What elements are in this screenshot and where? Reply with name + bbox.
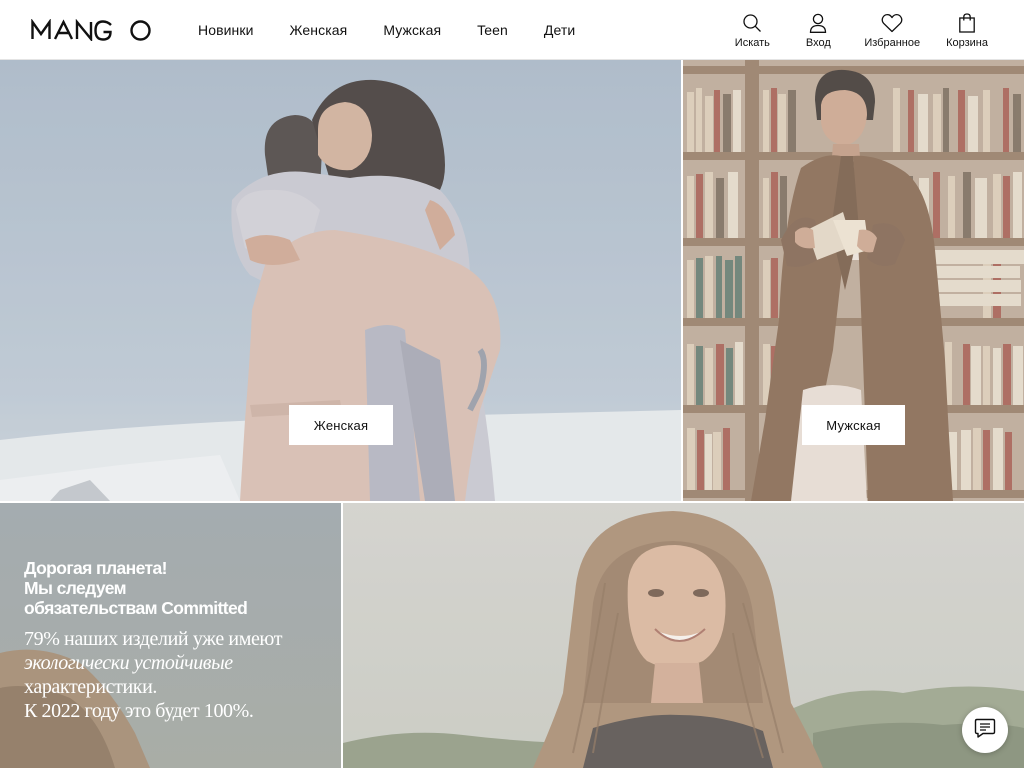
main-nav: Новинки Женская Мужская Teen Дети bbox=[198, 0, 611, 60]
cart-button[interactable]: Корзина bbox=[946, 0, 988, 49]
promo-heading-line-3: обязательствам Committed bbox=[24, 598, 248, 618]
nav-item-kids[interactable]: Дети bbox=[544, 22, 575, 38]
men-hero-tile[interactable]: Мужская bbox=[683, 60, 1024, 501]
favorites-label: Избранное bbox=[864, 37, 921, 49]
nav-item-teen[interactable]: Teen bbox=[477, 22, 508, 38]
search-label: Искать bbox=[734, 37, 770, 49]
favorites-button[interactable]: Избранное bbox=[864, 0, 920, 49]
kids-hero-image bbox=[343, 503, 1024, 768]
nav-item-men[interactable]: Мужская bbox=[383, 22, 441, 38]
heart-icon bbox=[881, 12, 903, 34]
men-shop-button[interactable]: Мужская bbox=[802, 405, 905, 445]
women-hero-tile[interactable]: Женская bbox=[0, 60, 681, 501]
user-icon bbox=[809, 12, 827, 34]
search-icon bbox=[742, 12, 762, 34]
kids-hero-tile[interactable] bbox=[343, 503, 1024, 768]
chat-icon bbox=[974, 717, 996, 744]
mango-logo-mark bbox=[31, 19, 151, 41]
promo-heading-line-1: Дорогая планета! bbox=[24, 558, 167, 578]
promo-text-part-2: характеристики. bbox=[24, 676, 158, 698]
cart-label: Корзина bbox=[946, 37, 988, 49]
promo-heading[interactable]: Дорогая планета! Мы следуем обязательств… bbox=[24, 558, 324, 618]
promo-text-part-1: 79% наших изделий уже имеют bbox=[24, 628, 283, 650]
search-button[interactable]: Искать bbox=[732, 0, 772, 49]
promo-text-emphasis: экологически устойчивые bbox=[24, 652, 233, 674]
promo-text-part-3: К 2022 году это будет 100%. bbox=[24, 700, 254, 722]
login-button[interactable]: Вход bbox=[798, 0, 838, 49]
mango-logo[interactable] bbox=[31, 19, 151, 41]
nav-item-women[interactable]: Женская bbox=[290, 22, 348, 38]
promo-heading-line-2: Мы следуем bbox=[24, 578, 127, 598]
promo-text: 79% наших изделий уже имеют экологически… bbox=[24, 627, 324, 723]
women-shop-button[interactable]: Женская bbox=[289, 405, 393, 445]
header-tools: Искать Вход Избранное Корзина bbox=[706, 0, 988, 60]
site-header: Новинки Женская Мужская Teen Дети Искать… bbox=[0, 0, 1024, 60]
nav-item-new[interactable]: Новинки bbox=[198, 22, 254, 38]
shopping-bag-icon bbox=[958, 12, 976, 34]
chat-button[interactable] bbox=[962, 707, 1008, 753]
login-label: Вход bbox=[805, 37, 831, 49]
